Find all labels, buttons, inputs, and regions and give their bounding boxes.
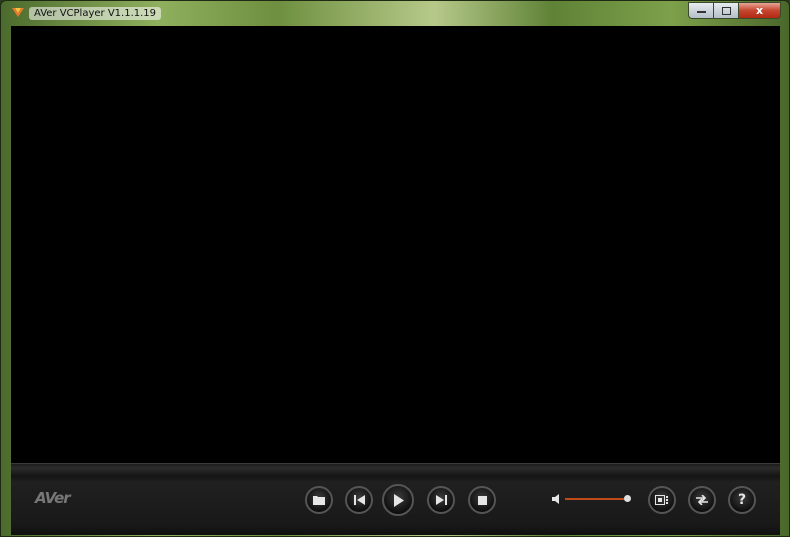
- stop-icon: [477, 495, 487, 505]
- layout-icon: [655, 495, 668, 505]
- help-icon: ?: [737, 492, 747, 508]
- open-file-button[interactable]: [305, 486, 333, 514]
- play-button[interactable]: [382, 484, 414, 516]
- help-button[interactable]: ?: [728, 486, 756, 514]
- skip-next-icon: [435, 495, 447, 505]
- skip-previous-icon: [353, 495, 365, 505]
- layout-button[interactable]: [648, 486, 676, 514]
- app-icon: [12, 8, 24, 17]
- volume-thumb[interactable]: [624, 495, 631, 502]
- volume-track[interactable]: [565, 498, 627, 500]
- previous-button[interactable]: [345, 486, 373, 514]
- close-button[interactable]: x: [738, 2, 781, 19]
- speaker-icon: [552, 494, 559, 504]
- volume-control[interactable]: [549, 492, 631, 506]
- stop-button[interactable]: [468, 486, 496, 514]
- window-controls: x: [688, 2, 781, 19]
- swap-button[interactable]: [688, 486, 716, 514]
- video-display[interactable]: [11, 26, 780, 463]
- title-bar[interactable]: AVer VCPlayer V1.1.1.19 x: [1, 1, 789, 25]
- app-window: AVer VCPlayer V1.1.1.19 x AVer ?: [0, 0, 790, 537]
- close-icon: x: [755, 4, 764, 17]
- swap-icon: [696, 495, 708, 505]
- control-panel: AVer ?: [11, 463, 780, 535]
- next-button[interactable]: [427, 486, 455, 514]
- aver-logo: AVer: [35, 489, 71, 507]
- maximize-icon: [721, 6, 731, 15]
- window-title: AVer VCPlayer V1.1.1.19: [29, 7, 162, 20]
- play-icon: [393, 493, 404, 507]
- maximize-button[interactable]: [713, 2, 738, 19]
- minimize-button[interactable]: [688, 2, 713, 19]
- minimize-icon: [696, 10, 706, 13]
- folder-icon: [313, 496, 325, 505]
